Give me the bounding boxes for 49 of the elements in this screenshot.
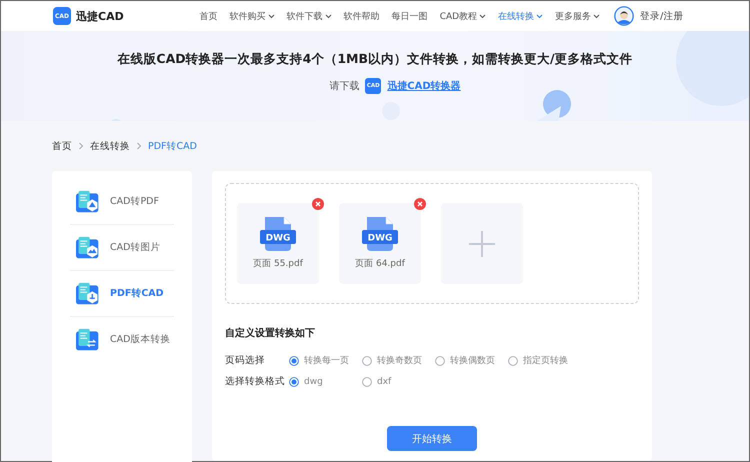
nav-item[interactable]: 在线转换 xyxy=(492,10,550,22)
brand-name: 迅捷CAD xyxy=(76,8,124,24)
breadcrumb-link[interactable]: 在线转换 xyxy=(90,140,130,152)
nav-item[interactable]: 更多服务 xyxy=(549,10,606,22)
radio-button[interactable] xyxy=(289,376,299,386)
chevron-right-icon xyxy=(136,142,142,150)
nav-item[interactable]: CAD教程 xyxy=(434,10,492,22)
banner-headline: 在线版CAD转换器一次最多支持4个（1MB以内）文件转换，如需转换更大/更多格式文件 xyxy=(117,51,633,68)
login-link[interactable]: 登录/注册 xyxy=(640,10,684,22)
file-name: 页面 64.pdf xyxy=(355,258,405,270)
start-convert-button[interactable]: 开始转换 xyxy=(387,426,477,451)
nav-item[interactable]: 每日一图 xyxy=(386,10,434,22)
breadcrumb-link[interactable]: PDF转CAD xyxy=(148,140,197,152)
radio-option[interactable]: dwg xyxy=(289,376,362,386)
nav-item[interactable]: 软件帮助 xyxy=(338,10,386,22)
plus-icon xyxy=(469,230,495,256)
download-prompt: 请下载 xyxy=(329,80,360,93)
option-label: 选择转换格式 xyxy=(225,375,286,388)
download-link[interactable]: 迅捷CAD转换器 xyxy=(387,79,461,93)
radio-button[interactable] xyxy=(289,356,299,366)
sidebar-item[interactable]: CAD转PDF xyxy=(70,179,174,225)
document-icon xyxy=(76,236,100,260)
radio-option[interactable]: dxf xyxy=(362,376,435,386)
breadcrumb-link[interactable]: 首页 xyxy=(52,140,72,152)
nav-item[interactable]: 软件购买 xyxy=(224,10,281,22)
chevron-right-icon xyxy=(78,142,84,150)
remove-icon[interactable] xyxy=(312,198,324,210)
remove-icon[interactable] xyxy=(414,198,426,210)
document-icon xyxy=(76,328,100,352)
radio-button[interactable] xyxy=(362,356,372,366)
document-icon xyxy=(76,282,100,306)
radio-option[interactable]: 转换每一页 xyxy=(289,354,362,367)
settings-title: 自定义设置转换如下 xyxy=(225,326,316,340)
option-label: 页码选择 xyxy=(225,354,266,367)
sidebar-item[interactable]: PDF转CAD xyxy=(70,271,174,317)
radio-button[interactable] xyxy=(508,356,518,366)
upload-area[interactable]: DWG 页面 55.pdf DWG 页面 64.pdf xyxy=(225,183,639,304)
nav-item[interactable]: 软件下载 xyxy=(280,10,338,22)
sidebar-item[interactable]: CAD转图片 xyxy=(70,225,174,271)
sidebar-item[interactable]: CAD版本转换 xyxy=(70,317,174,362)
avatar-icon[interactable] xyxy=(614,6,634,26)
file-name: 页面 55.pdf xyxy=(253,258,303,270)
radio-option[interactable]: 转换偶数页 xyxy=(435,354,508,367)
document-icon xyxy=(76,190,100,214)
radio-option[interactable]: 指定页转换 xyxy=(508,354,581,367)
radio-button[interactable] xyxy=(362,376,372,386)
radio-button[interactable] xyxy=(435,356,445,366)
radio-option[interactable]: 转换奇数页 xyxy=(362,354,435,367)
nav-item[interactable]: 首页 xyxy=(194,10,224,22)
